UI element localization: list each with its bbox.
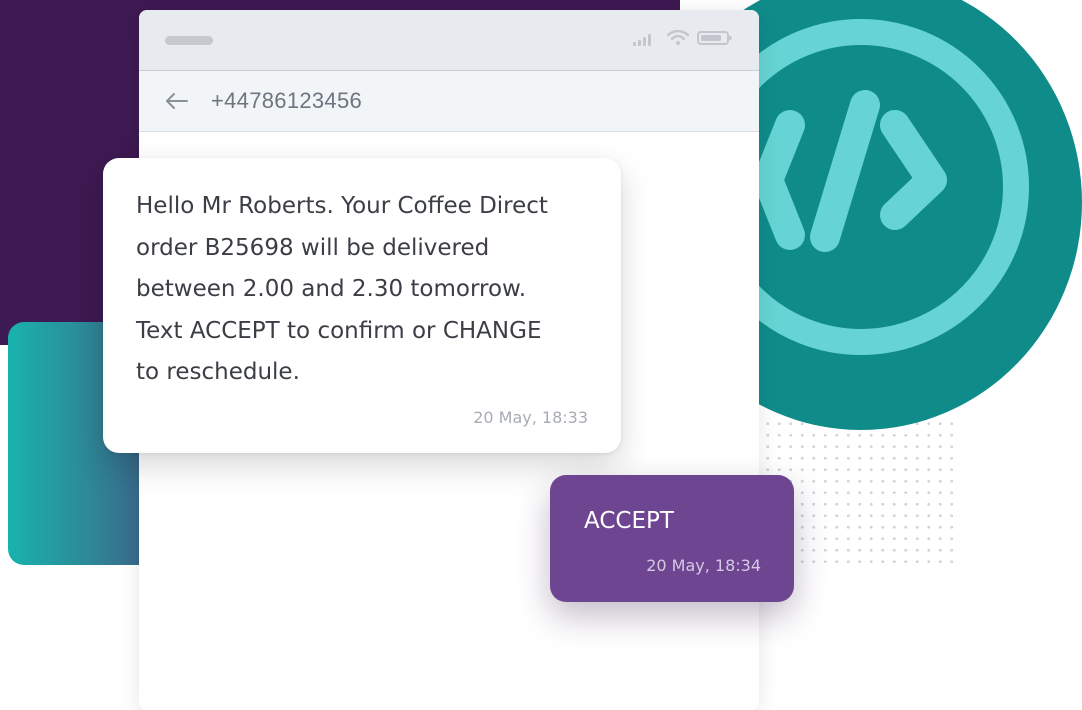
wifi-icon [666,29,690,50]
outgoing-message-timestamp: 20 May, 18:34 [646,556,761,575]
contact-number: +44786123456 [211,88,363,113]
status-icons [633,29,733,50]
message-line: between 2.00 and 2.30 tomorrow. [136,276,527,302]
outgoing-message-bubble: ACCEPT 20 May, 18:34 [550,475,794,602]
status-bar [139,10,759,70]
incoming-message-timestamp: 20 May, 18:33 [473,408,588,427]
signal-icon [633,31,659,50]
message-line: Text ACCEPT to confirm or CHANGE [136,317,542,344]
back-arrow-icon[interactable] [163,88,189,114]
message-line: order B25698 will be delivered [136,234,490,261]
message-line: Hello Mr Roberts. Your Coffee Direct [136,193,548,219]
outgoing-message-text: ACCEPT [584,508,674,534]
battery-icon [697,30,733,50]
message-line: to reschedule. [136,359,300,385]
incoming-message-text: Hello Mr Roberts. Your Coffee Direct ord… [136,186,591,394]
status-notch-pill [165,36,213,45]
conversation-header: +44786123456 [139,70,759,132]
incoming-message-bubble: Hello Mr Roberts. Your Coffee Direct ord… [103,158,621,453]
